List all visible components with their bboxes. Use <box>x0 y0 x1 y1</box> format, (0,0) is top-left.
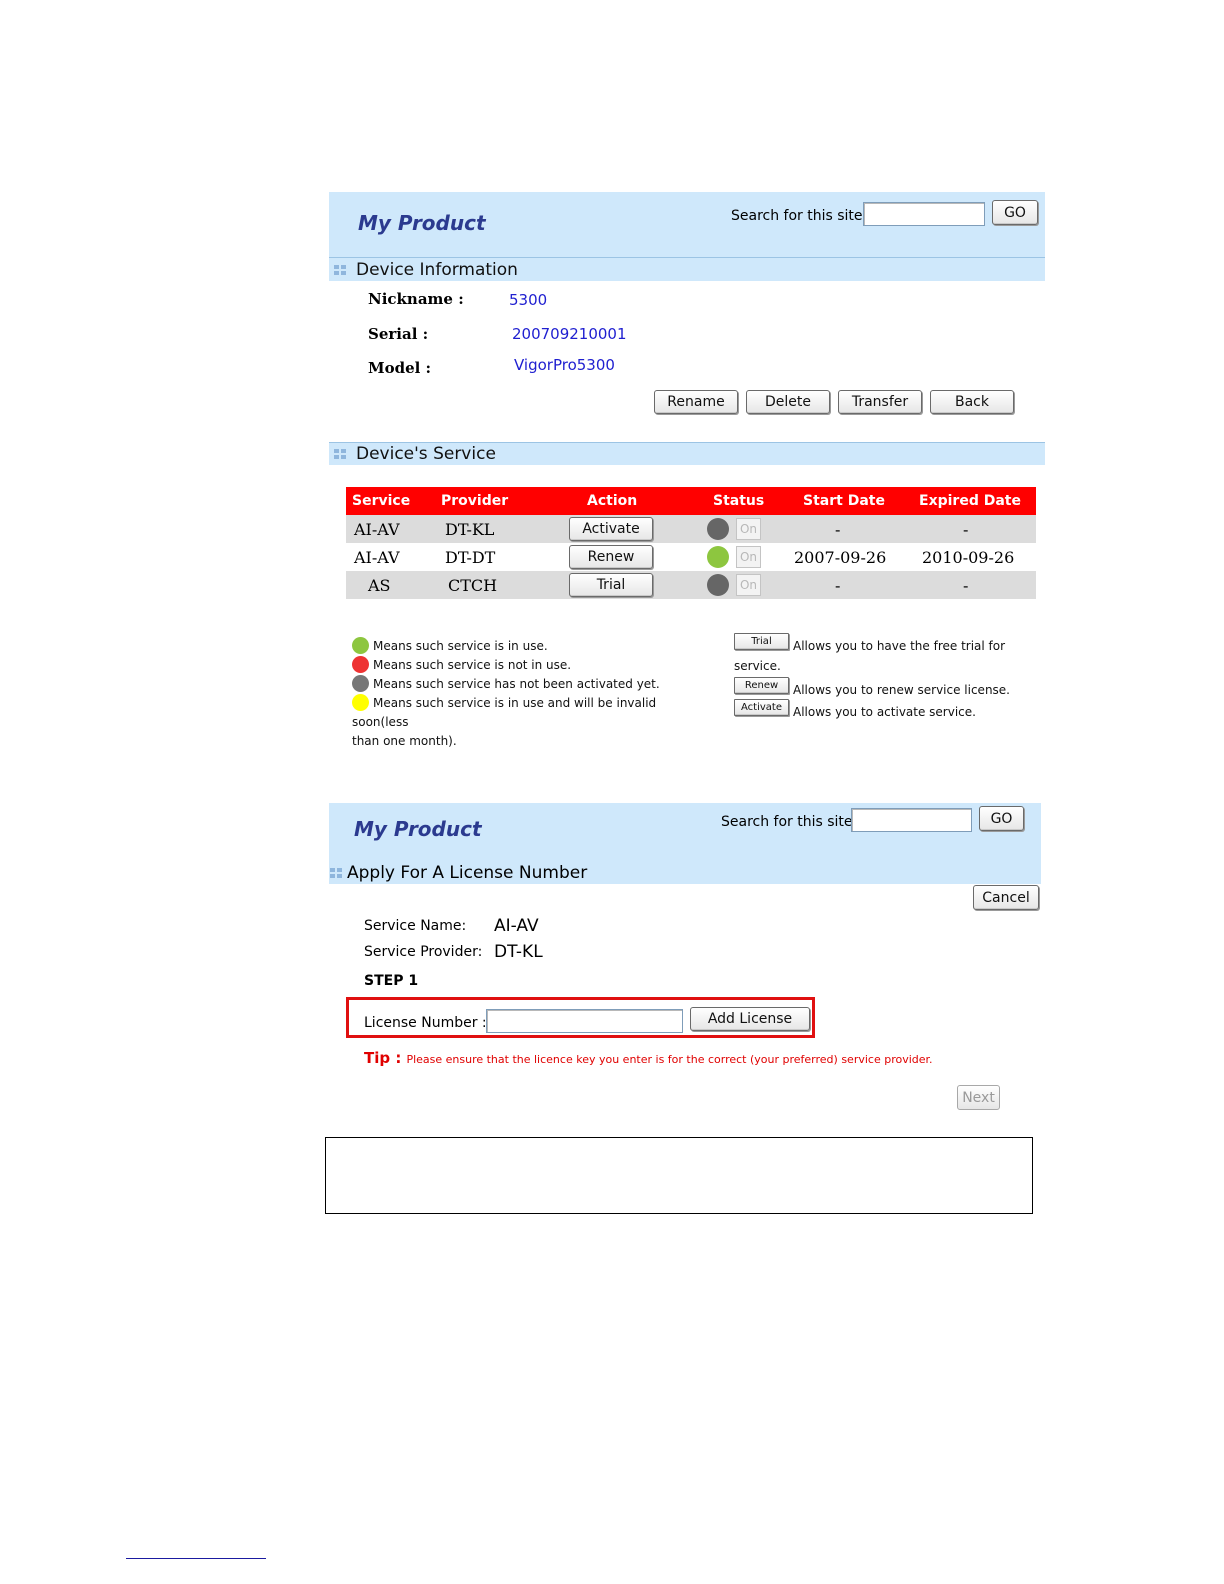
grid-icon <box>334 264 346 275</box>
step-label: STEP 1 <box>364 973 419 989</box>
red-dot-icon <box>352 656 369 673</box>
model-label: Model : <box>368 359 432 377</box>
service-name-label: Service Name: <box>364 918 467 934</box>
activate-button[interactable]: Activate <box>569 517 653 541</box>
device-information-title: Device Information <box>356 259 518 280</box>
gray-dot-icon <box>352 675 369 692</box>
apply-license-header: Apply For A License Number <box>329 862 587 884</box>
header-action: Action <box>587 493 638 509</box>
empty-note-box <box>325 1137 1033 1214</box>
expired-date-cell: - <box>963 520 969 539</box>
grid-icon <box>330 868 342 878</box>
table-row: AS CTCH Trial On - - <box>346 571 1036 599</box>
legend-renew-text: Allows you to renew service license. <box>793 683 1010 697</box>
model-value: VigorPro5300 <box>514 356 615 374</box>
add-license-button[interactable]: Add License <box>690 1007 810 1031</box>
on-toggle[interactable]: On <box>736 546 761 568</box>
start-date-cell: - <box>835 576 841 595</box>
service-table-header: Service Provider Action Status Start Dat… <box>346 487 1036 515</box>
cancel-button[interactable]: Cancel <box>973 885 1039 910</box>
back-button[interactable]: Back <box>930 390 1014 414</box>
expired-date-cell: - <box>963 576 969 595</box>
delete-button[interactable]: Delete <box>746 390 830 414</box>
device-information-header: Device Information <box>329 257 1045 281</box>
legend-renew-button: Renew <box>734 677 789 694</box>
provider-cell: CTCH <box>448 576 498 595</box>
devices-service-header: Device's Service <box>329 442 1045 465</box>
on-toggle[interactable]: On <box>736 518 761 540</box>
provider-cell: DT-DT <box>445 548 496 567</box>
service-provider-value: DT-KL <box>494 942 543 962</box>
table-row: AI-AV DT-KL Activate On - - <box>346 515 1036 543</box>
green-dot-icon <box>352 637 369 654</box>
legend-item: Means such service is in use and will be… <box>352 694 657 729</box>
header-service: Service <box>352 493 411 509</box>
service-provider-label: Service Provider: <box>364 944 483 960</box>
service-table: Service Provider Action Status Start Dat… <box>346 487 1036 599</box>
header-start-date: Start Date <box>803 493 885 509</box>
yellow-dot-icon <box>352 694 369 711</box>
legend-item: Means such service is not in use. <box>352 656 712 675</box>
search-label: Search for this site <box>731 208 863 224</box>
footer-rule <box>126 1558 266 1559</box>
next-button[interactable]: Next <box>957 1085 1000 1110</box>
search-input[interactable] <box>851 808 972 832</box>
service-cell: AS <box>368 576 391 595</box>
rename-button[interactable]: Rename <box>654 390 738 414</box>
search-label: Search for this site <box>721 814 853 830</box>
header-expired-date: Expired Date <box>919 493 1021 509</box>
tip-label: Tip : <box>364 1049 402 1067</box>
header-provider: Provider <box>441 493 509 509</box>
brand-title: My Product <box>354 817 482 841</box>
start-date-cell: - <box>835 520 841 539</box>
provider-cell: DT-KL <box>445 520 495 539</box>
search-input[interactable] <box>863 202 985 226</box>
legend-item: Means such service has not been activate… <box>352 675 712 694</box>
trial-button[interactable]: Trial <box>569 573 653 597</box>
license-number-input[interactable] <box>486 1009 683 1033</box>
devices-service-title: Device's Service <box>356 444 496 464</box>
service-cell: AI-AV <box>354 548 400 567</box>
license-number-label: License Number : <box>364 1015 487 1031</box>
nickname-label: Nickname : <box>368 290 464 308</box>
legend-trial-button: Trial <box>734 633 789 650</box>
legend-item: Means such service is in use. <box>352 637 712 656</box>
serial-value: 200709210001 <box>512 325 627 343</box>
apply-license-title: Apply For A License Number <box>347 863 588 883</box>
nickname-value: 5300 <box>509 291 548 309</box>
status-indicator <box>707 574 729 596</box>
on-toggle[interactable]: On <box>736 574 761 596</box>
legend-trial-wrap: service. <box>734 659 781 673</box>
go-button[interactable]: GO <box>979 806 1024 831</box>
status-legend: Means such service is in use. Means such… <box>352 637 712 751</box>
transfer-button[interactable]: Transfer <box>838 390 922 414</box>
start-date-cell: 2007-09-26 <box>794 548 887 567</box>
legend-trial-text: Allows you to have the free trial for <box>793 639 1006 653</box>
status-indicator <box>707 546 729 568</box>
service-cell: AI-AV <box>354 520 400 539</box>
grid-icon <box>334 449 346 459</box>
legend-wrap-text: than one month). <box>352 734 457 748</box>
header-status: Status <box>713 493 765 509</box>
tip-text: Please ensure that the licence key you e… <box>406 1053 933 1066</box>
expired-date-cell: 2010-09-26 <box>922 548 1015 567</box>
status-indicator <box>707 518 729 540</box>
serial-label: Serial : <box>368 325 429 343</box>
brand-title: My Product <box>358 211 486 235</box>
renew-button[interactable]: Renew <box>569 545 653 569</box>
legend-activate-button: Activate <box>734 699 789 716</box>
go-button[interactable]: GO <box>992 200 1038 225</box>
legend-activate-text: Allows you to activate service. <box>793 705 976 719</box>
service-name-value: AI-AV <box>494 916 539 936</box>
tip-message: Tip : Please ensure that the licence key… <box>364 1048 933 1067</box>
table-row: AI-AV DT-DT Renew On 2007-09-26 2010-09-… <box>346 543 1036 571</box>
